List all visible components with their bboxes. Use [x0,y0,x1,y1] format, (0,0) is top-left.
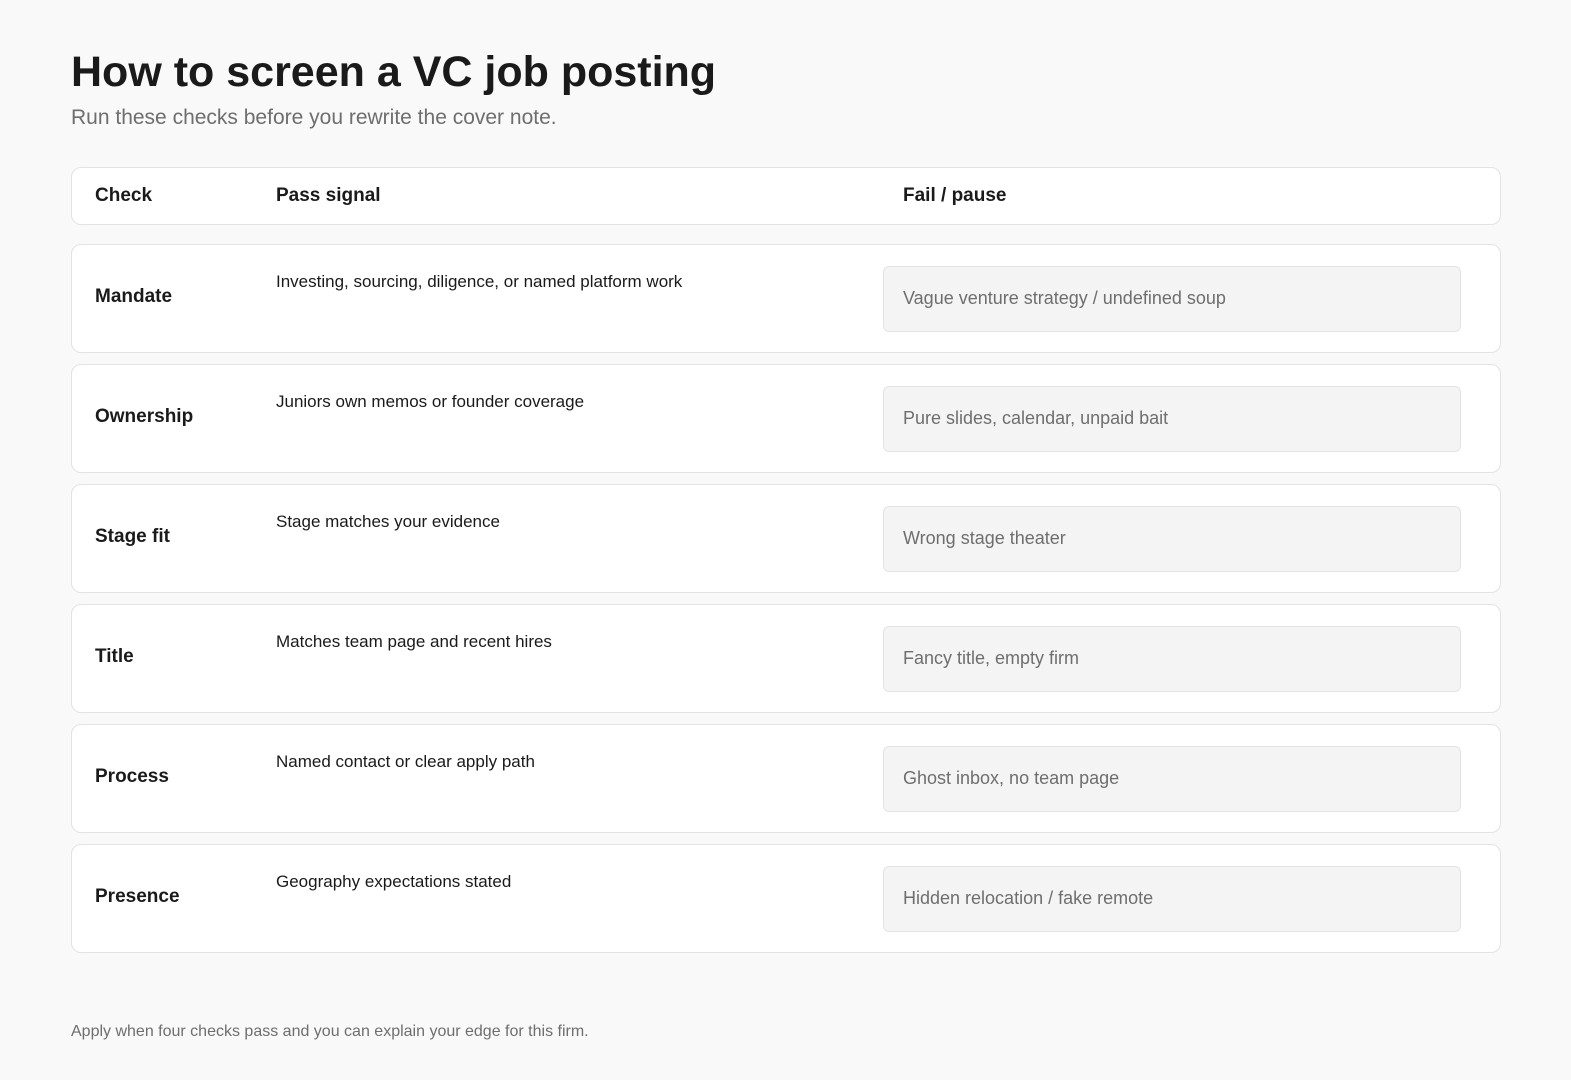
check-label: Title [95,646,134,667]
fail-signal-box: Pure slides, calendar, unpaid bait [883,386,1461,452]
check-label: Mandate [95,286,173,307]
footer-note: Apply when four checks pass and you can … [71,1023,589,1040]
table-row: Stage fit Stage matches your evidence Wr… [71,484,1501,593]
pass-signal: Stage matches your evidence [276,512,500,531]
fail-signal-box: Vague venture strategy / undefined soup [883,266,1461,332]
table-row: Mandate Investing, sourcing, diligence, … [71,244,1501,353]
table-row: Ownership Juniors own memos or founder c… [71,364,1501,473]
pass-signal: Matches team page and recent hires [276,632,552,651]
header-check: Check [95,185,153,206]
header-fail-pause: Fail / pause [903,185,1007,206]
check-label: Ownership [95,406,194,427]
fail-signal-box: Ghost inbox, no team page [883,746,1461,812]
table-row: Presence Geography expectations stated H… [71,844,1501,953]
table-row: Title Matches team page and recent hires… [71,604,1501,713]
fail-signal-box: Fancy title, empty firm [883,626,1461,692]
pass-signal: Named contact or clear apply path [276,752,535,771]
header-pass-signal: Pass signal [276,185,381,206]
check-label: Process [95,766,169,787]
check-label: Presence [95,886,180,907]
check-label: Stage fit [95,526,170,547]
pass-signal: Geography expectations stated [276,872,512,891]
fail-signal-box: Hidden relocation / fake remote [883,866,1461,932]
pass-signal: Juniors own memos or founder coverage [276,392,585,411]
page-title: How to screen a VC job posting [71,48,717,96]
table-row: Process Named contact or clear apply pat… [71,724,1501,833]
screening-table: Check Pass signal Fail / pause Mandate I… [71,167,1501,964]
table-header: Check Pass signal Fail / pause [71,167,1501,225]
fail-signal-box: Wrong stage theater [883,506,1461,572]
pass-signal: Investing, sourcing, diligence, or named… [276,272,683,291]
page-subtitle: Run these checks before you rewrite the … [71,106,557,129]
